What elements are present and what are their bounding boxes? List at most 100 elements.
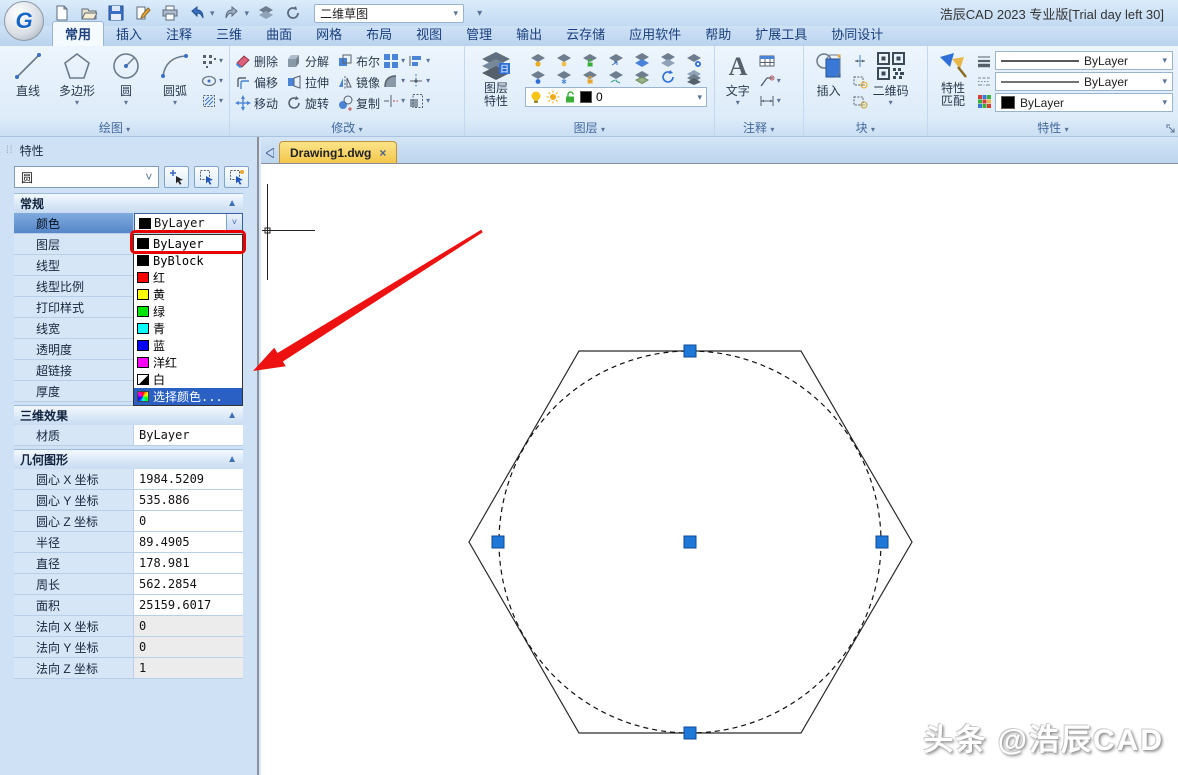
- qrcode-button[interactable]: 二维码 ▾: [871, 49, 911, 107]
- scale-button[interactable]: ▾: [408, 92, 430, 109]
- layer-states-button[interactable]: [681, 51, 707, 68]
- palette-title-bar[interactable]: ⁞⁞ 特性: [0, 137, 257, 161]
- linetype-select[interactable]: ByLayer ▾: [994, 72, 1173, 91]
- tab-scroll-left-button[interactable]: [261, 143, 279, 163]
- app-menu-button[interactable]: G: [4, 1, 44, 41]
- layer-freeze-button[interactable]: [551, 68, 577, 85]
- workspace-select[interactable]: 二维草图 ▾: [314, 3, 465, 23]
- customize-toolbar-button[interactable]: ▾: [477, 8, 482, 19]
- color-option-byblock[interactable]: ByBlock: [134, 252, 242, 269]
- select-objects-button[interactable]: [194, 166, 220, 188]
- color-option-white[interactable]: 白: [134, 371, 242, 388]
- erase-button[interactable]: 删除: [235, 51, 278, 71]
- toggle-pickadd-button[interactable]: [224, 166, 249, 188]
- align-button[interactable]: ▾: [408, 52, 430, 69]
- break-button[interactable]: ▾: [383, 92, 405, 109]
- section-geometry[interactable]: 几何图形 ▲: [14, 449, 243, 469]
- array-button[interactable]: ▾: [383, 52, 405, 69]
- tab-express[interactable]: 扩展工具: [743, 22, 819, 46]
- grip-center[interactable]: [683, 535, 697, 549]
- layer-stack-button[interactable]: [256, 4, 276, 22]
- undo-dropdown[interactable]: ▾: [210, 8, 215, 19]
- layer-make-current-button[interactable]: [603, 51, 629, 68]
- redo-button[interactable]: [222, 4, 242, 22]
- tab-insert[interactable]: 插入: [104, 22, 154, 46]
- grip-top[interactable]: [683, 344, 697, 358]
- tab-layout[interactable]: 布局: [354, 22, 404, 46]
- offset-button[interactable]: 偏移: [235, 72, 278, 92]
- tab-annotate[interactable]: 注释: [154, 22, 204, 46]
- collapse-icon[interactable]: ▲: [227, 410, 237, 421]
- panel-label-properties[interactable]: 特性 ▾: [927, 119, 1178, 136]
- polygon-button[interactable]: 多边形 ▾: [54, 49, 100, 107]
- insert-block-button[interactable]: 插入: [809, 49, 849, 99]
- panel-label-layer[interactable]: 图层 ▾: [464, 119, 714, 136]
- save-button[interactable]: [106, 4, 126, 22]
- layer-translator-button[interactable]: [681, 68, 707, 85]
- layer-thaw-button[interactable]: [551, 51, 577, 68]
- table-button[interactable]: [759, 52, 781, 69]
- tab-manage[interactable]: 管理: [454, 22, 504, 46]
- color-option-red[interactable]: 红: [134, 269, 242, 286]
- quick-select-button[interactable]: [164, 166, 190, 188]
- layer-merge-button[interactable]: [629, 68, 655, 85]
- divide-button[interactable]: ▾: [408, 72, 430, 89]
- drag-handle-icon[interactable]: ⁞⁞: [6, 145, 14, 156]
- copy-button[interactable]: 复制: [337, 93, 380, 113]
- ellipse-button[interactable]: ▾: [201, 72, 223, 89]
- row-circumference[interactable]: 周长 562.2854: [14, 574, 243, 595]
- undo-button[interactable]: [187, 4, 207, 22]
- panel-label-draw[interactable]: 绘图 ▾: [0, 119, 230, 136]
- row-normal-y[interactable]: 法向 Y 坐标 0: [14, 637, 243, 658]
- print-button[interactable]: [160, 4, 180, 22]
- tab-help[interactable]: 帮助: [693, 22, 743, 46]
- layer-walk-button[interactable]: [655, 68, 681, 85]
- layer-isolate-button[interactable]: [603, 68, 629, 85]
- tab-mesh[interactable]: 网格: [304, 22, 354, 46]
- row-center-z[interactable]: 圆心 Z 坐标 0: [14, 511, 243, 532]
- section-general[interactable]: 常规 ▲: [14, 193, 243, 213]
- dialog-launcher-icon[interactable]: [1166, 122, 1175, 136]
- explode-button[interactable]: 分解: [286, 51, 329, 71]
- row-material[interactable]: 材质 ByLayer: [14, 425, 243, 446]
- layer-off-button[interactable]: [525, 68, 551, 85]
- row-area[interactable]: 面积 25159.6017: [14, 595, 243, 616]
- object-type-select[interactable]: 圆 ˅: [14, 166, 160, 188]
- row-center-x[interactable]: 圆心 X 坐标 1984.5209: [14, 469, 243, 490]
- tab-surface[interactable]: 曲面: [254, 22, 304, 46]
- panel-label-modify[interactable]: 修改 ▾: [230, 119, 464, 136]
- grip-left[interactable]: [491, 535, 505, 549]
- grip-right[interactable]: [875, 535, 889, 549]
- row-normal-x[interactable]: 法向 X 坐标 0: [14, 616, 243, 637]
- match-properties-button[interactable]: 特性匹配: [933, 49, 973, 108]
- collapse-icon[interactable]: ▲: [227, 454, 237, 465]
- hatch-button[interactable]: ▾: [201, 92, 223, 109]
- new-file-button[interactable]: [52, 4, 72, 22]
- panel-label-block[interactable]: 块 ▾: [803, 119, 927, 136]
- tab-home[interactable]: 常用: [52, 21, 105, 46]
- boolean-button[interactable]: 布尔: [337, 51, 380, 71]
- color-option-green[interactable]: 绿: [134, 303, 242, 320]
- tab-cloud[interactable]: 云存储: [554, 22, 617, 46]
- color-option-select-color[interactable]: 选择颜色...: [134, 388, 242, 405]
- layer-lock-button[interactable]: [577, 68, 603, 85]
- color-option-cyan[interactable]: 青: [134, 320, 242, 337]
- dimension-button[interactable]: ▾: [759, 92, 781, 109]
- point-button[interactable]: ▾: [201, 52, 223, 69]
- layer-select[interactable]: 0 ▾: [524, 87, 707, 107]
- lineweight-select[interactable]: ByLayer ▾: [994, 51, 1173, 70]
- row-radius[interactable]: 半径 89.4905: [14, 532, 243, 553]
- lineweight-tool-button[interactable]: [976, 52, 992, 69]
- layer-match-button[interactable]: [629, 51, 655, 68]
- color-option-blue[interactable]: 蓝: [134, 337, 242, 354]
- tab-3d[interactable]: 三维: [204, 22, 254, 46]
- layer-on-button[interactable]: [525, 51, 551, 68]
- rotate-button[interactable]: 旋转: [286, 93, 329, 113]
- base-point-button[interactable]: [852, 72, 868, 89]
- leader-button[interactable]: ▾: [759, 72, 781, 89]
- layer-properties-button[interactable]: 日 图层特性: [470, 49, 522, 108]
- section-3d-effects[interactable]: 三维效果 ▲: [14, 405, 243, 425]
- linetype-tool-button[interactable]: [976, 72, 992, 89]
- circle-button[interactable]: 圆 ▾: [103, 49, 149, 107]
- mirror-button[interactable]: 镜像: [337, 72, 380, 92]
